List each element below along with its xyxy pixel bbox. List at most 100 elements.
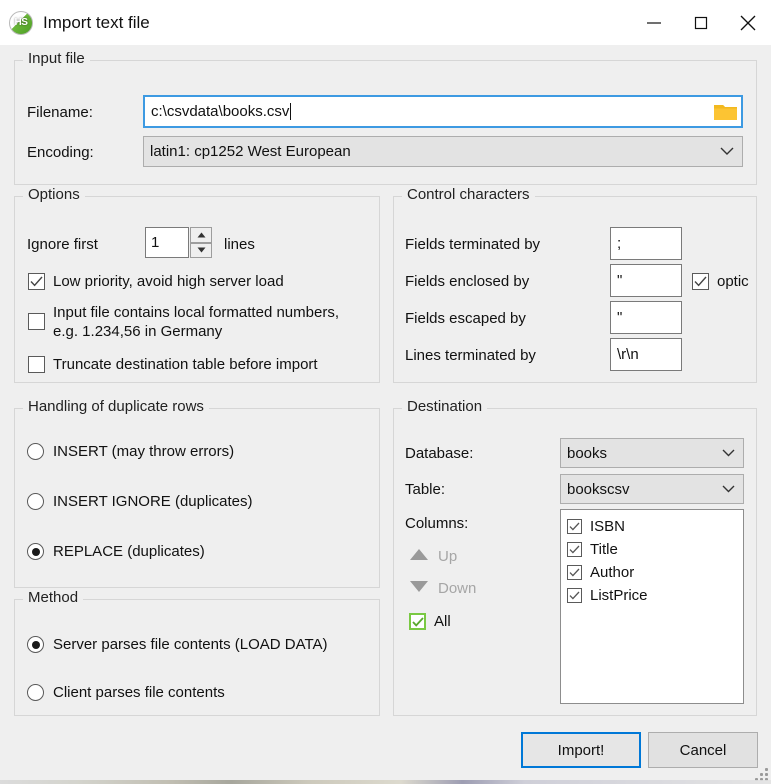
triangle-down-icon <box>409 580 429 597</box>
app-icon-text: HS <box>14 17 28 28</box>
input-file-legend: Input file <box>23 50 90 67</box>
radio-dot <box>31 640 40 649</box>
radio-box <box>27 493 44 510</box>
checkbox-box[interactable] <box>567 519 582 534</box>
cancel-button[interactable]: Cancel <box>648 732 758 768</box>
check-icon <box>30 276 43 287</box>
dialog-client-area: Input file Filename: c:\csvdata\books.cs… <box>0 45 771 784</box>
control-characters-legend: Control characters <box>402 186 535 203</box>
maximize-icon <box>694 16 707 29</box>
radio-insert[interactable]: INSERT (may throw errors) <box>27 443 234 460</box>
window-controls <box>630 0 771 45</box>
minimize-button[interactable] <box>630 0 677 45</box>
destination-legend: Destination <box>402 398 488 415</box>
checkbox-box <box>28 356 45 373</box>
method-legend: Method <box>23 589 84 606</box>
check-icon <box>569 522 580 531</box>
folder-icon <box>714 104 737 120</box>
radio-insert-ignore[interactable]: INSERT IGNORE (duplicates) <box>27 493 253 510</box>
check-icon <box>569 591 580 600</box>
encoding-combo[interactable]: latin1: cp1252 West European <box>143 136 743 167</box>
checkbox-box[interactable] <box>567 542 582 557</box>
window-title: Import text file <box>43 12 150 32</box>
filename-label: Filename: <box>27 104 93 121</box>
check-icon <box>411 616 424 627</box>
select-all-columns-checkbox[interactable]: All <box>409 612 451 631</box>
low-priority-checkbox[interactable]: Low priority, avoid high server load <box>28 272 284 291</box>
radio-client-parses[interactable]: Client parses file contents <box>27 684 225 701</box>
chevron-down-icon <box>719 449 737 457</box>
list-item[interactable]: Author <box>567 561 743 584</box>
ignore-first-label: Ignore first <box>27 236 98 253</box>
stepper-up-button[interactable] <box>190 227 212 243</box>
fields-enclosed-input[interactable]: " <box>610 264 682 297</box>
check-icon <box>569 568 580 577</box>
triangle-down-icon <box>197 247 205 253</box>
checkbox-box[interactable] <box>567 565 582 580</box>
local-numbers-checkbox[interactable]: Input file contains local formatted numb… <box>28 303 353 341</box>
move-up-label: Up <box>438 548 458 565</box>
list-item[interactable]: Title <box>567 538 743 561</box>
column-label: Author <box>590 564 635 581</box>
close-button[interactable] <box>724 0 771 45</box>
move-down-button[interactable]: Down <box>409 580 476 597</box>
move-up-button[interactable]: Up <box>409 548 457 565</box>
database-label: Database: <box>405 445 474 462</box>
import-button-label: Import! <box>557 741 605 759</box>
list-item[interactable]: ISBN <box>567 515 743 538</box>
options-legend: Options <box>23 186 85 203</box>
select-all-columns-label: All <box>434 613 451 630</box>
chevron-down-icon <box>718 147 736 156</box>
ignore-first-input[interactable]: 1 <box>145 227 189 258</box>
column-label: Title <box>590 541 618 558</box>
fields-terminated-label: Fields terminated by <box>405 236 541 253</box>
fields-escaped-label: Fields escaped by <box>405 310 526 327</box>
lines-terminated-value: \r\n <box>617 346 639 363</box>
filename-input[interactable]: c:\csvdata\books.csv <box>143 95 743 128</box>
radio-insert-ignore-label: INSERT IGNORE (duplicates) <box>53 493 253 510</box>
filename-value: c:\csvdata\books.csv <box>151 103 290 120</box>
ignore-first-stepper[interactable]: 1 <box>145 227 212 258</box>
local-numbers-label: Input file contains local formatted numb… <box>53 304 339 340</box>
check-icon <box>569 545 580 554</box>
move-down-label: Down <box>438 580 477 597</box>
radio-insert-label: INSERT (may throw errors) <box>53 443 235 460</box>
columns-listbox[interactable]: ISBN Title Author ListPrice <box>560 509 744 704</box>
import-button[interactable]: Import! <box>521 732 641 768</box>
fields-terminated-input[interactable]: ; <box>610 227 682 260</box>
checkbox-box <box>28 313 45 330</box>
lines-label: lines <box>224 236 255 253</box>
lines-terminated-input[interactable]: \r\n <box>610 338 682 371</box>
lines-terminated-label: Lines terminated by <box>405 347 536 364</box>
optionally-enclosed-checkbox[interactable]: optic <box>692 272 749 291</box>
radio-box <box>27 684 44 701</box>
checkbox-box <box>409 613 426 630</box>
duplicates-legend: Handling of duplicate rows <box>23 398 209 415</box>
fields-enclosed-value: " <box>617 272 623 289</box>
title-bar[interactable]: HS Import text file <box>0 0 771 45</box>
radio-replace[interactable]: REPLACE (duplicates) <box>27 543 205 560</box>
minimize-icon <box>646 21 661 24</box>
truncate-checkbox[interactable]: Truncate destination table before import <box>28 355 318 374</box>
stepper-down-button[interactable] <box>190 242 212 258</box>
column-label: ListPrice <box>590 587 648 604</box>
close-icon <box>740 15 755 30</box>
table-combo[interactable]: bookscsv <box>560 474 744 504</box>
heidisql-logo-icon: HS <box>9 10 33 35</box>
fields-escaped-input[interactable]: " <box>610 301 682 334</box>
truncate-label: Truncate destination table before import <box>53 356 318 373</box>
stepper-buttons <box>190 227 212 258</box>
maximize-button[interactable] <box>677 0 724 45</box>
radio-server-parses[interactable]: Server parses file contents (LOAD DATA) <box>27 636 328 653</box>
radio-box <box>27 636 44 653</box>
fields-terminated-value: ; <box>617 235 622 252</box>
check-icon <box>694 276 707 287</box>
database-combo[interactable]: books <box>560 438 744 468</box>
ignore-first-value: 1 <box>151 234 160 251</box>
triangle-up-icon <box>409 548 429 565</box>
browse-file-button[interactable] <box>713 99 739 124</box>
resize-grip[interactable] <box>754 767 768 781</box>
checkbox-box[interactable] <box>567 588 582 603</box>
radio-replace-label: REPLACE (duplicates) <box>53 543 205 560</box>
list-item[interactable]: ListPrice <box>567 584 743 607</box>
